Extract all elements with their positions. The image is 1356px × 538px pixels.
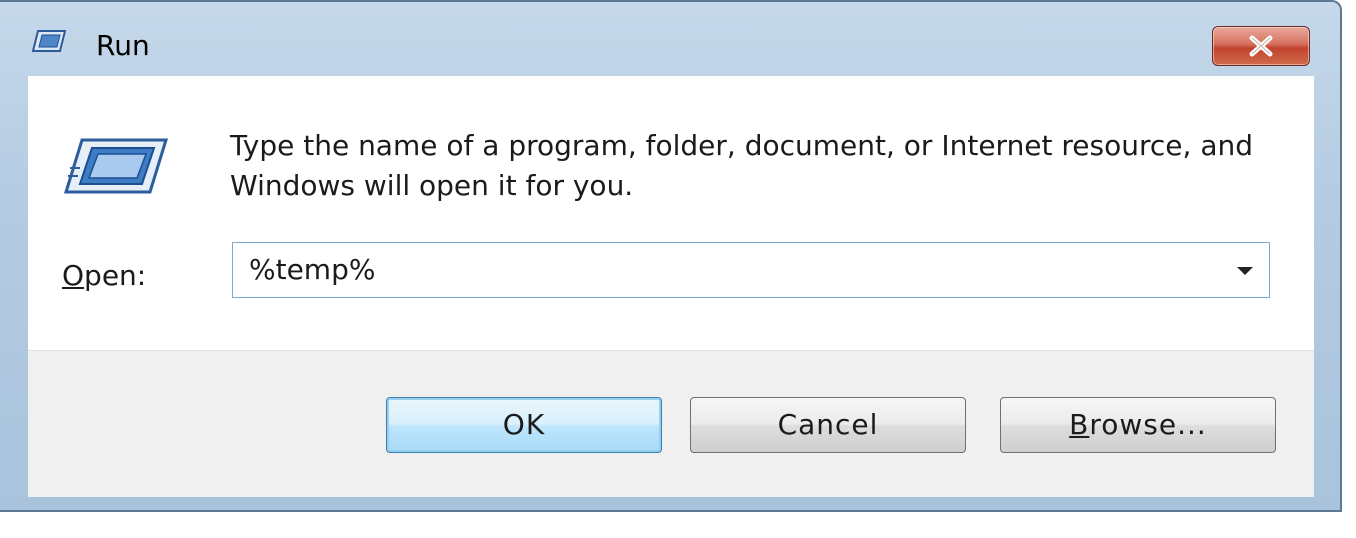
open-combobox[interactable]: %temp% <box>232 242 1270 298</box>
open-label-text: pen: <box>84 259 147 292</box>
close-icon <box>1249 35 1273 57</box>
open-input[interactable]: %temp% <box>249 243 375 297</box>
dialog-body: Type the name of a program, folder, docu… <box>28 76 1314 497</box>
open-label: Open: <box>62 258 146 294</box>
title-bar[interactable]: Run <box>0 2 1340 76</box>
cancel-button[interactable]: Cancel <box>690 397 966 453</box>
close-button[interactable] <box>1212 26 1310 66</box>
run-dialog-window: Run Type the name of a program, folder, … <box>0 0 1342 512</box>
button-bar: OK Cancel Browse... <box>28 350 1314 497</box>
chevron-down-icon[interactable] <box>1237 267 1253 275</box>
browse-label: rowse... <box>1089 408 1207 441</box>
window-title: Run <box>96 29 150 62</box>
dialog-description: Type the name of a program, folder, docu… <box>230 129 1253 202</box>
browse-mnemonic: B <box>1069 408 1090 441</box>
open-label-mnemonic: O <box>62 259 85 292</box>
screen: Run Type the name of a program, folder, … <box>0 0 1356 538</box>
run-icon <box>31 30 67 52</box>
browse-button[interactable]: Browse... <box>1000 397 1276 453</box>
ok-button[interactable]: OK <box>386 397 662 453</box>
run-program-icon <box>63 138 169 194</box>
